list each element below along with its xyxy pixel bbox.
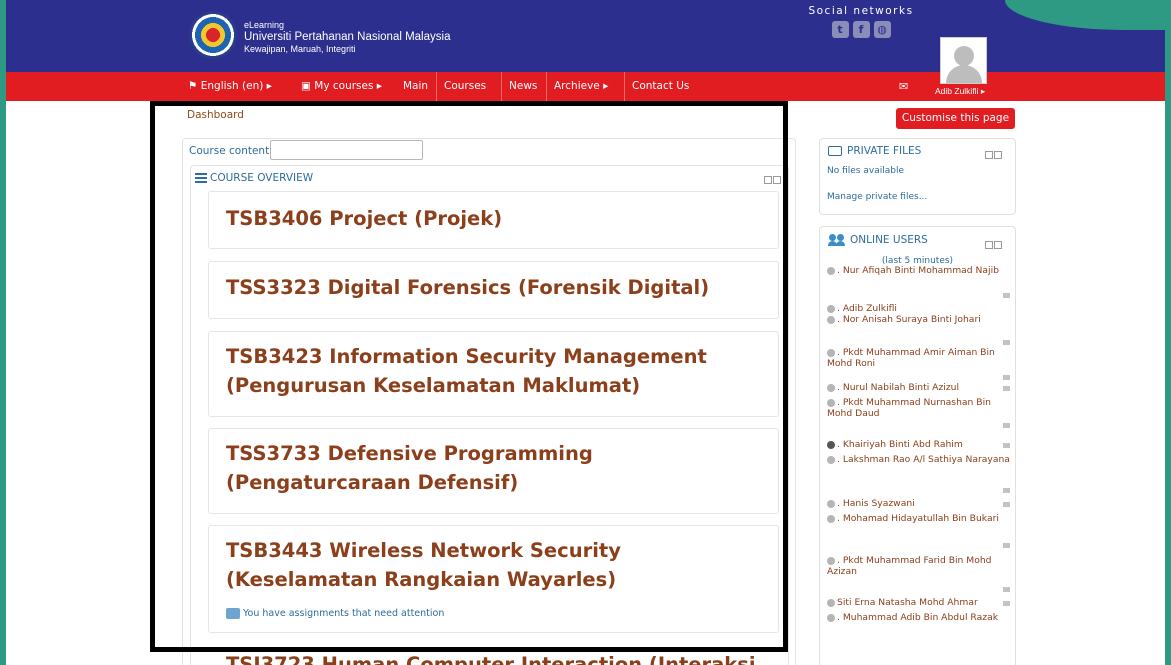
user-name-link[interactable]: Siti Erna Natasha Mohd Ahmar (837, 597, 978, 608)
my-courses-menu[interactable]: ▣ My courses ▸ (294, 72, 389, 101)
list-item[interactable]: . Pkdt Muhammad Nurnashan Bin Mohd Daud (827, 397, 1012, 439)
message-icon[interactable] (1003, 502, 1010, 507)
online-users-block: ONLINE USERS (last 5 minutes) . Nur Afiq… (819, 226, 1016, 665)
site-motto: Kewajipan, Maruah, Integriti (244, 44, 356, 54)
user-name-link[interactable]: . Muhammad Adib Bin Abdul Razak (837, 612, 998, 623)
private-files-label: PRIVATE FILES (847, 145, 922, 157)
globe-icon[interactable]: ◍ (873, 21, 891, 38)
user-name-link[interactable]: . Lakshman Rao A/l Sathiya Narayana (837, 454, 1010, 465)
user-name-link[interactable]: . Hanis Syazwani (837, 498, 915, 509)
user-icon (827, 383, 835, 392)
user-name-link[interactable]: . Nor Anisah Suraya Binti Johari (837, 314, 981, 325)
list-item[interactable]: . Nurul Nabilah Binti Azizul (827, 382, 1012, 393)
user-icon (827, 499, 835, 508)
site-title: Universiti Pertahanan Nasional Malaysia (244, 31, 451, 43)
private-files-title: PRIVATE FILES (828, 145, 921, 157)
list-item[interactable]: . Nur Afiqah Binti Mohammad Najib (827, 265, 1012, 299)
nav-archieve[interactable]: Archieve ▸ (546, 72, 615, 101)
my-courses-label: My courses ▸ (314, 80, 383, 92)
nav-news[interactable]: News (501, 72, 544, 101)
list-item[interactable]: . Khairiyah Binti Abd Rahim (827, 439, 1012, 450)
site-branding[interactable]: eLearning Universiti Pertahanan Nasional… (244, 20, 450, 55)
social-label: Social networks (808, 5, 914, 17)
user-name-link[interactable]: . Pkdt Muhammad Amir Aiman Bin Mohd Roni (827, 347, 995, 369)
no-files-text: No files available (827, 166, 904, 176)
list-item[interactable]: . Lakshman Rao A/l Sathiya Narayana (827, 454, 1012, 498)
user-name-link[interactable]: . Khairiyah Binti Abd Rahim (837, 439, 963, 450)
message-icon[interactable] (1003, 423, 1010, 428)
mail-icon[interactable]: ✉ (899, 72, 908, 101)
flag-icon: ⚑ (188, 80, 201, 92)
block-controls[interactable] (984, 149, 1002, 159)
message-icon[interactable] (1003, 543, 1010, 548)
online-users-label: ONLINE USERS (850, 234, 928, 246)
language-label: English (en) ▸ (200, 80, 272, 92)
message-icon[interactable] (1003, 293, 1010, 298)
facebook-icon[interactable]: f (852, 21, 870, 38)
nav-courses[interactable]: Courses (436, 72, 493, 101)
dock-icon[interactable] (994, 151, 1002, 159)
folder-icon (828, 146, 842, 156)
message-icon[interactable] (1003, 587, 1010, 592)
message-icon[interactable] (1003, 443, 1010, 448)
list-item[interactable]: Siti Erna Natasha Mohd Ahmar (827, 597, 1012, 608)
list-item[interactable]: . Mohamad Hidayatullah Bin Bukari (827, 513, 1012, 555)
online-users-title: ONLINE USERS (828, 234, 928, 246)
message-icon[interactable] (1003, 488, 1010, 493)
list-item[interactable]: . Adib Zulkifli (827, 303, 1012, 314)
message-icon[interactable] (1003, 601, 1010, 606)
user-name-link[interactable]: . Adib Zulkifli (837, 303, 897, 314)
site-subtitle: eLearning (244, 20, 285, 30)
message-icon[interactable] (1003, 340, 1010, 345)
list-item[interactable]: . Nor Anisah Suraya Binti Johari (827, 314, 1012, 347)
user-name-link[interactable]: . Nurul Nabilah Binti Azizul (837, 382, 959, 393)
highlight-frame (150, 101, 788, 652)
user-name-link[interactable]: . Pkdt Muhammad Farid Bin Mohd Azizan (827, 555, 992, 577)
university-logo[interactable] (189, 11, 237, 59)
user-icon (827, 266, 835, 275)
user-icon (827, 556, 835, 565)
message-icon[interactable] (1003, 375, 1010, 380)
list-item[interactable]: . Pkdt Muhammad Farid Bin Mohd Azizan (827, 555, 1012, 597)
message-icon[interactable] (1003, 386, 1010, 391)
users-icon (828, 234, 846, 246)
nav-contact[interactable]: Contact Us (624, 72, 696, 101)
twitter-icon[interactable]: t (831, 21, 849, 38)
user-icon (827, 514, 835, 523)
block-controls[interactable] (984, 239, 1002, 249)
online-users-list: . Nur Afiqah Binti Mohammad Najib . Adib… (827, 265, 1012, 634)
language-menu[interactable]: ⚑ English (en) ▸ (181, 72, 279, 101)
private-files-block: PRIVATE FILES No files available Manage … (819, 138, 1016, 215)
user-icon (827, 455, 835, 464)
browser-screen: eLearning Universiti Pertahanan Nasional… (6, 0, 1165, 665)
user-icon (827, 304, 835, 313)
user-menu[interactable]: Adib Zulkifli ▸ (935, 84, 985, 99)
user-name-link[interactable]: . Nur Afiqah Binti Mohammad Najib (837, 265, 999, 276)
manage-private-files-link[interactable]: Manage private files... (827, 192, 927, 202)
briefcase-icon: ▣ (301, 80, 315, 92)
customise-page-button[interactable]: Customise this page (896, 108, 1015, 129)
list-item[interactable]: . Pkdt Muhammad Amir Aiman Bin Mohd Roni (827, 347, 1012, 382)
user-avatar-icon (827, 440, 835, 449)
user-icon (827, 598, 835, 607)
user-icon (827, 315, 835, 324)
user-name-link[interactable]: . Pkdt Muhammad Nurnashan Bin Mohd Daud (827, 397, 991, 419)
collapse-icon[interactable] (985, 241, 993, 249)
list-item[interactable]: . Hanis Syazwani (827, 498, 1012, 509)
user-icon (827, 613, 835, 622)
user-icon (827, 348, 835, 357)
dock-icon[interactable] (994, 241, 1002, 249)
list-item[interactable]: . Muhammad Adib Bin Abdul Razak (827, 612, 1012, 634)
avatar[interactable] (940, 37, 987, 84)
user-icon (827, 398, 835, 407)
course-title-link[interactable]: TSI3723 Human Computer Interaction (Inte… (226, 650, 786, 665)
collapse-icon[interactable] (985, 151, 993, 159)
user-name-link[interactable]: . Mohamad Hidayatullah Bin Bukari (837, 513, 999, 524)
main-navbar: ⚑ English (en) ▸ ▣ My courses ▸ Main Cou… (6, 72, 1165, 101)
site-header: eLearning Universiti Pertahanan Nasional… (6, 0, 1165, 72)
social-networks: Social networks t f ◍ (806, 5, 916, 38)
nav-main[interactable]: Main (396, 72, 435, 101)
